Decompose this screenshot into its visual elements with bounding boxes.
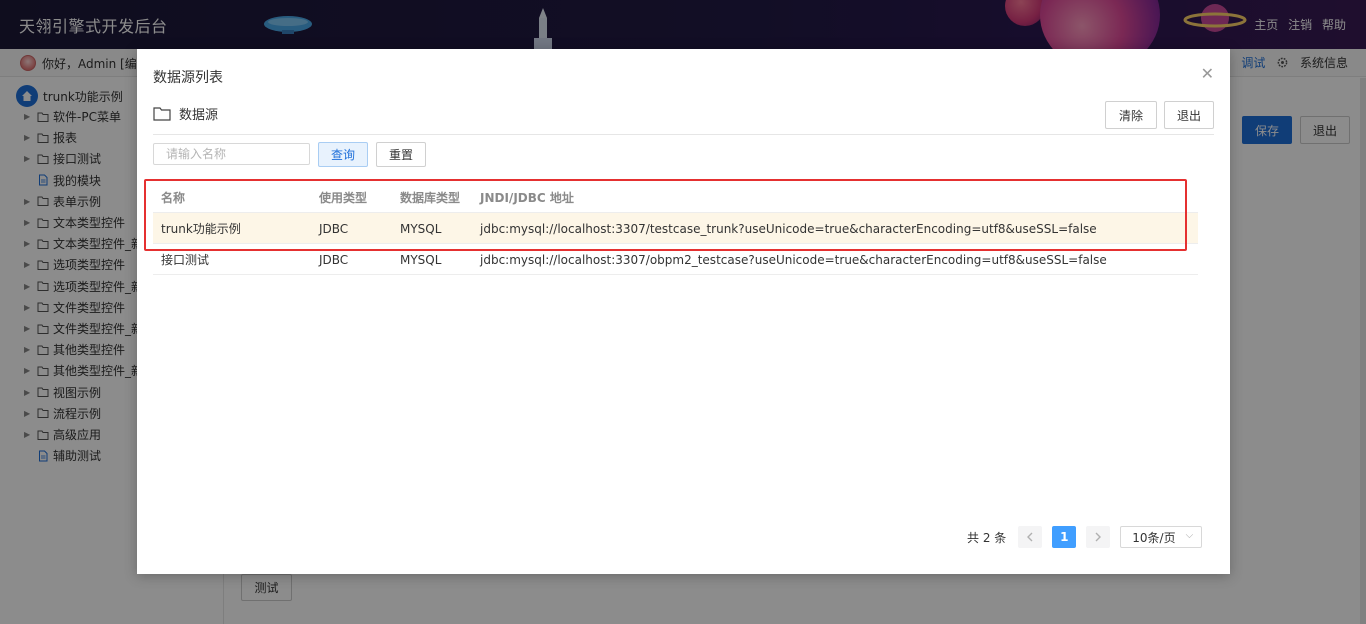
- table-header: 名称 使用类型 数据库类型 JNDI/JDBC 地址: [153, 182, 1198, 213]
- cell-use-type: JDBC: [319, 221, 349, 236]
- folder-icon: [153, 107, 171, 121]
- column-header-url[interactable]: JNDI/JDBC 地址: [480, 182, 574, 213]
- page-number-current[interactable]: 1: [1052, 526, 1077, 548]
- dialog-exit-button[interactable]: 退出: [1164, 101, 1214, 129]
- cell-url: jdbc:mysql://localhost:3307/testcase_tru…: [480, 221, 1097, 236]
- reset-button[interactable]: 重置: [376, 142, 426, 167]
- divider: [153, 134, 1214, 135]
- chevron-down-icon: ⌵: [1185, 530, 1194, 541]
- column-header-name[interactable]: 名称: [161, 182, 185, 213]
- section-title: 数据源: [179, 108, 219, 123]
- chevron-right-icon: [1095, 532, 1102, 542]
- section-header: 数据源: [153, 104, 218, 123]
- column-header-use-type[interactable]: 使用类型: [319, 182, 367, 213]
- cell-name: trunk功能示例: [161, 222, 241, 236]
- next-page-button[interactable]: [1086, 526, 1111, 548]
- pagination: 共 2 条 1 10条/页 ⌵: [967, 526, 1203, 548]
- table-row[interactable]: trunk功能示例 JDBC MYSQL jdbc:mysql://localh…: [153, 213, 1198, 244]
- clear-button[interactable]: 清除: [1105, 101, 1157, 129]
- page-size-select[interactable]: 10条/页 ⌵: [1120, 526, 1203, 548]
- prev-page-button[interactable]: [1018, 526, 1043, 548]
- close-icon[interactable]: ✕: [1201, 66, 1214, 82]
- chevron-left-icon: [1027, 532, 1033, 542]
- query-button[interactable]: 查询: [318, 142, 368, 167]
- datasource-table: 名称 使用类型 数据库类型 JNDI/JDBC 地址 trunk功能示例 JDB…: [153, 182, 1198, 275]
- cell-url: jdbc:mysql://localhost:3307/obpm2_testca…: [480, 252, 1107, 267]
- cell-name: 接口测试: [161, 253, 210, 267]
- table-row[interactable]: 接口测试 JDBC MYSQL jdbc:mysql://localhost:3…: [153, 244, 1198, 275]
- pagination-total: 共 2 条: [967, 530, 1007, 545]
- column-header-db-type[interactable]: 数据库类型: [400, 182, 460, 213]
- cell-use-type: JDBC: [319, 252, 349, 267]
- page-size-value: 10条/页: [1132, 530, 1176, 545]
- datasource-list-dialog: 数据源列表 ✕ 数据源 清除 退出 查询 重置 名称 使用类型 数据库类型 JN…: [137, 49, 1230, 574]
- cell-db-type: MYSQL: [400, 252, 442, 267]
- cell-db-type: MYSQL: [400, 221, 442, 236]
- name-search-input[interactable]: [153, 143, 310, 165]
- dialog-title: 数据源列表: [153, 70, 223, 86]
